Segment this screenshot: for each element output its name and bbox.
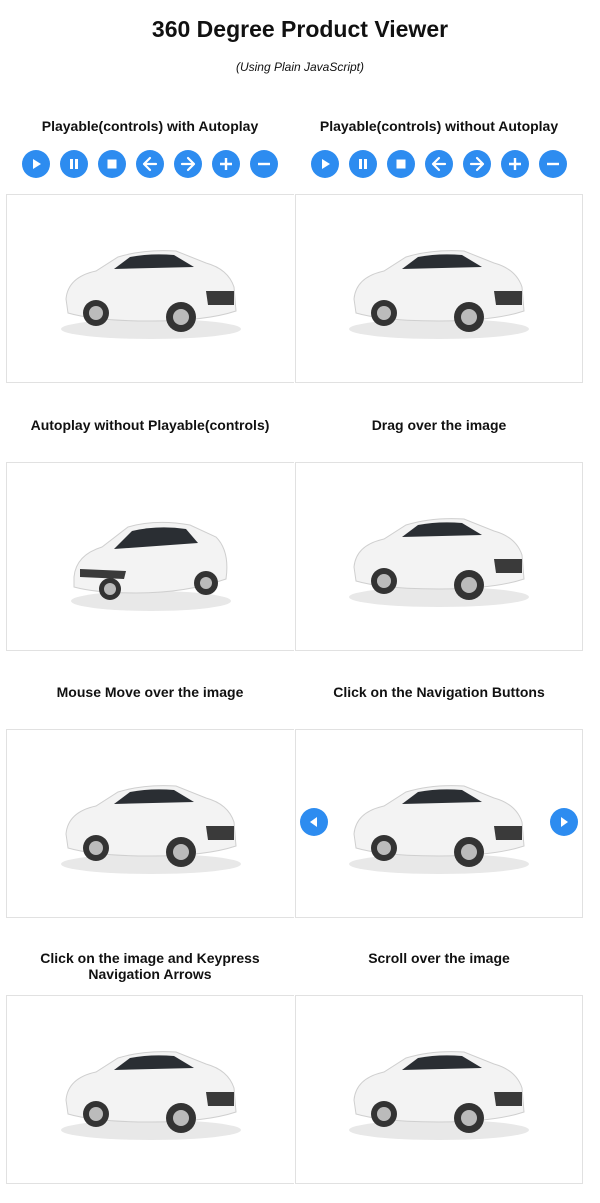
zoom-in-button[interactable] [212,150,240,178]
pause-button[interactable] [349,150,377,178]
car-image [60,1050,241,1140]
viewer-title: Drag over the image [371,417,507,433]
zoom-in-button[interactable] [501,150,529,178]
viewer-title: Playable(controls) without Autoplay [319,118,559,134]
play-icon [33,159,41,169]
car-image [70,521,231,611]
control-bar [6,150,294,178]
page: 360 Degree Product Viewer (Using Plain J… [0,0,600,1203]
play-button[interactable] [22,150,50,178]
viewer-title: Mouse Move over the image [56,684,244,700]
zoom-out-icon [547,162,559,166]
play-button[interactable] [311,150,339,178]
product-viewer[interactable] [295,462,583,651]
pause-icon [70,159,78,169]
rotate-right-button[interactable] [174,150,202,178]
page-title: 360 Degree Product Viewer [151,16,449,42]
car-image [349,1050,529,1140]
stop-icon [107,159,117,169]
arrow-right-icon [469,156,485,172]
zoom-out-icon [258,162,270,166]
car-image [349,517,529,607]
arrow-right-icon [180,156,196,172]
pause-icon [359,159,367,169]
stop-button[interactable] [387,150,415,178]
stop-icon [396,159,406,169]
product-viewer[interactable] [6,462,294,651]
car-image [349,784,529,874]
viewer-title: Click on the image and Keypress Navigati… [40,950,260,982]
product-viewer[interactable] [6,729,294,918]
arrow-left-icon [142,156,158,172]
car-image [60,784,241,874]
caret-left-icon [310,817,317,827]
car-image [60,249,241,339]
caret-right-icon [561,817,568,827]
prev-button[interactable] [300,808,328,836]
product-viewer[interactable] [295,729,583,918]
control-bar [295,150,583,178]
arrow-left-icon [431,156,447,172]
viewer-title: Click on the Navigation Buttons [333,684,545,700]
product-viewer[interactable] [295,194,583,383]
product-viewer[interactable] [6,995,294,1184]
zoom-in-icon [220,158,232,170]
viewer-title: Scroll over the image [368,950,510,966]
zoom-out-button[interactable] [539,150,567,178]
rotate-right-button[interactable] [463,150,491,178]
page-subtitle: (Using Plain JavaScript) [235,60,365,74]
zoom-in-icon [509,158,521,170]
product-viewer[interactable] [295,995,583,1184]
car-image [349,249,529,339]
viewer-title: Autoplay without Playable(controls) [30,417,270,433]
stop-button[interactable] [98,150,126,178]
viewer-title: Playable(controls) with Autoplay [41,118,259,134]
rotate-left-button[interactable] [136,150,164,178]
next-button[interactable] [550,808,578,836]
play-icon [322,159,330,169]
zoom-out-button[interactable] [250,150,278,178]
rotate-left-button[interactable] [425,150,453,178]
product-viewer[interactable] [6,194,294,383]
pause-button[interactable] [60,150,88,178]
